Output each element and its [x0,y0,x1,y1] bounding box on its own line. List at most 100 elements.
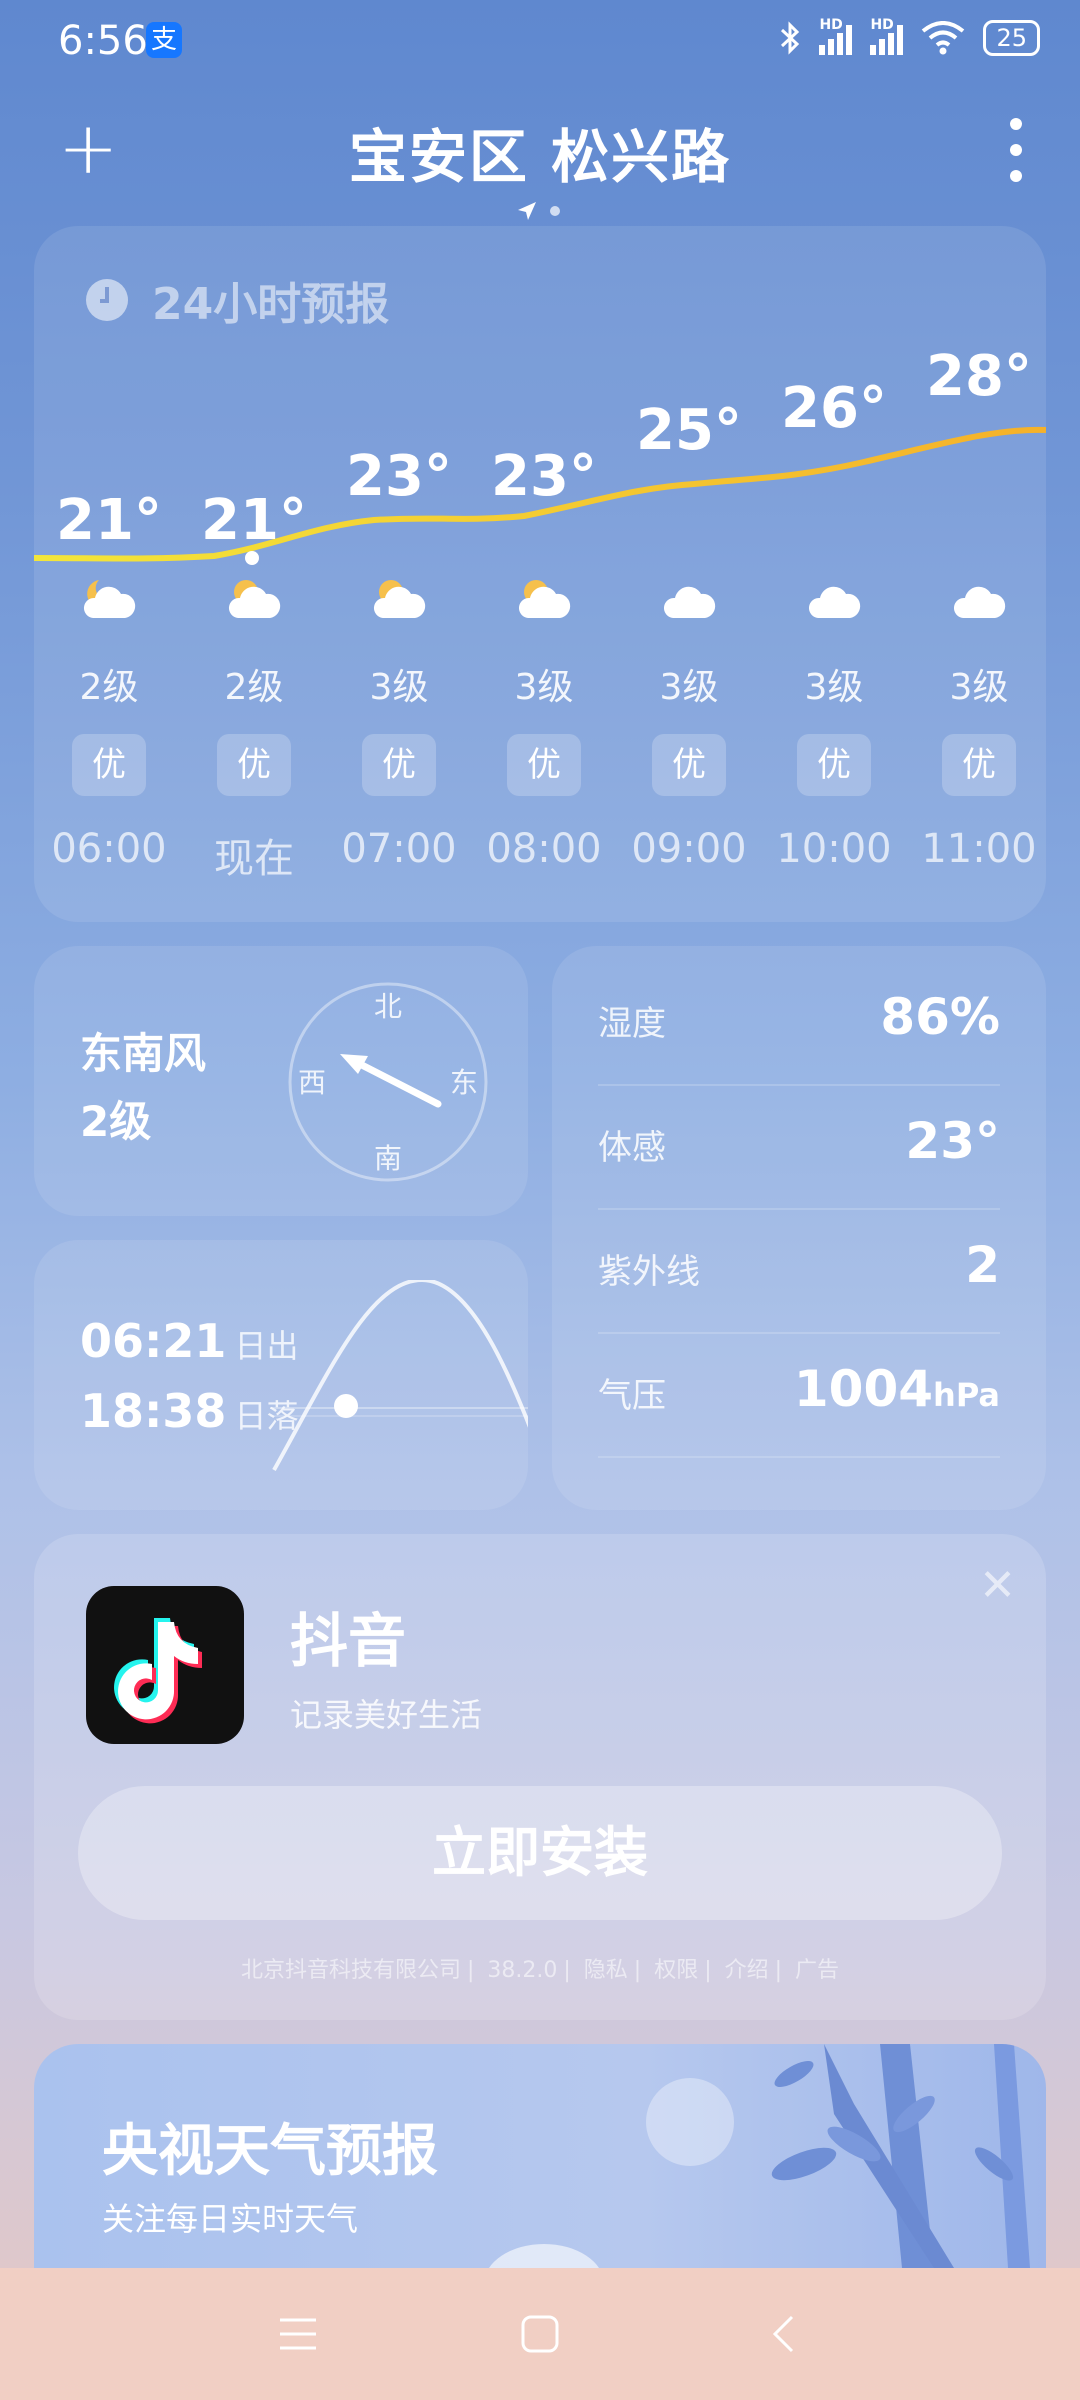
sunrise-time: 06:21 [80,1314,227,1368]
feels-like-value: 23° [905,1112,1000,1170]
wind-card[interactable]: 东南风 2级 北 南 西 东 [34,946,528,1216]
close-icon[interactable]: ✕ [979,1560,1016,1611]
status-time: 6:56 [58,18,148,64]
hourly-forecast-card[interactable]: 24小时预报 21° 2级 优 06:00 21° 2级 优 现在 23° 3级… [34,226,1046,922]
ad-company: 北京抖音科技有限公司 [240,1958,461,1983]
compass-east: 东 [450,1066,478,1099]
wind-compass-icon: 北 南 西 东 [288,982,488,1182]
partly-cloudy-night-icon [81,576,137,624]
hour-temp: 23° [346,444,452,509]
pressure-number: 1004 [793,1360,934,1418]
hour-time: 07:00 [341,826,457,872]
humidity-value: 86% [880,988,1000,1046]
aqi-badge: 优 [72,734,146,796]
ad-privacy-link[interactable]: 隐私 [584,1958,628,1983]
aqi-badge-wrap: 优 [616,734,762,796]
cctv-subtitle: 关注每日实时天气 [102,2200,359,2238]
sunrise-row: 06:21 日出 [80,1314,298,1368]
hour-temp: 28° [926,344,1032,409]
more-menu-button[interactable] [1010,118,1026,182]
cloudy-icon [661,576,717,624]
wind-info: 东南风 2级 [80,1020,206,1156]
hour-time: 11:00 [921,826,1037,872]
home-nav-icon[interactable] [520,2314,560,2354]
ad-tagline: 记录美好生活 [290,1696,483,1734]
sun-card[interactable]: 06:21 日出 18:38 日落 [34,1240,528,1510]
ad-label: 广告 [795,1958,840,1983]
uv-value: 2 [965,1236,1000,1294]
aqi-badge: 优 [942,734,1016,796]
pressure-label: 气压 [598,1376,666,1416]
signal-1-icon: HD [819,17,853,55]
sun-arc-icon [270,1280,528,1471]
battery-icon: 25 [983,20,1040,56]
menu-nav-icon[interactable] [278,2316,318,2352]
page-indicator [516,200,560,222]
partly-cloudy-day-icon [371,576,427,624]
aqi-badge: 优 [217,734,291,796]
hour-time: 09:00 [631,826,747,872]
page-dot [550,206,560,216]
hour-time: 现在 [214,836,294,882]
sunset-row: 18:38 日落 [80,1384,298,1438]
uv-row: 紫外线 2 [598,1208,1000,1334]
hour-wind: 3级 [514,667,574,708]
hour-wind: 3级 [369,667,429,708]
wifi-icon [922,21,965,55]
location-arrow-icon [518,202,536,220]
temperature-curve [34,426,1046,565]
hour-temp: 26° [781,376,887,441]
compass-west: 西 [298,1066,326,1099]
hour-wind: 3级 [659,667,719,708]
bluetooth-icon [781,21,800,55]
hour-wind: 2级 [79,667,139,708]
aqi-badge: 优 [652,734,726,796]
ad-intro-link[interactable]: 介绍 [725,1958,769,1983]
navigation-bar [0,2268,1080,2400]
hd-label: HD [870,17,894,33]
aqi-badge: 优 [797,734,871,796]
hour-time: 10:00 [776,826,892,872]
ad-version: 38.2.0 [487,1958,558,1983]
ad-card[interactable]: ✕ 抖音 记录美好生活 立即安装 北京抖音科技有限公司 | 38.2.0 | 隐私 |… [34,1534,1046,2020]
wind-direction: 东南风 [80,1029,207,1078]
status-icons: HD HD 25 [779,17,1040,56]
compass-north: 北 [374,990,402,1023]
pressure-row: 气压 1004hPa [598,1332,1000,1458]
humidity-label: 湿度 [598,1004,666,1044]
douyin-app-icon [86,1586,244,1744]
ad-footer: 北京抖音科技有限公司 | 38.2.0 | 隐私 | 权限 | 介绍 | 广告 [240,1958,840,1983]
aqi-badge-wrap: 优 [326,734,472,796]
hour-time: 06:00 [51,826,167,872]
hour-wind: 3级 [804,667,864,708]
details-card[interactable]: 湿度 86% 体感 23° 紫外线 2 气压 1004hPa [552,946,1046,1510]
cloudy-icon [951,576,1007,624]
hd-label: HD [819,17,843,33]
aqi-badge-wrap: 优 [471,734,617,796]
aqi-badge-wrap: 优 [36,734,182,796]
aqi-badge-wrap: 优 [906,734,1052,796]
partly-cloudy-day-icon [226,576,282,624]
ad-app-name: 抖音 [290,1607,407,1675]
hour-temp: 21° [201,488,307,553]
alipay-notification-icon: 支 [146,22,182,58]
pressure-unit: hPa [933,1376,1000,1414]
wind-level: 2级 [80,1097,152,1146]
signal-2-icon: HD [870,17,904,55]
location-title: 宝安区 松兴路 [348,123,732,191]
feels-like-row: 体感 23° [598,1084,1000,1210]
compass-south: 南 [374,1142,402,1175]
cloudy-icon [806,576,862,624]
hour-wind: 2级 [224,667,284,708]
hour-temp: 23° [491,444,597,509]
ad-permissions-link[interactable]: 权限 [654,1958,698,1983]
aqi-badge: 优 [362,734,436,796]
install-button[interactable]: 立即安装 [78,1786,1002,1920]
sunset-time: 18:38 [80,1384,227,1438]
pressure-value: 1004hPa [794,1360,1000,1418]
cctv-weather-card[interactable]: 央视天气预报 关注每日实时天气 [34,2044,1046,2268]
hour-time: 08:00 [486,826,602,872]
aqi-badge-wrap: 优 [181,734,327,796]
back-nav-icon[interactable] [770,2314,796,2354]
partly-cloudy-day-icon [516,576,572,624]
